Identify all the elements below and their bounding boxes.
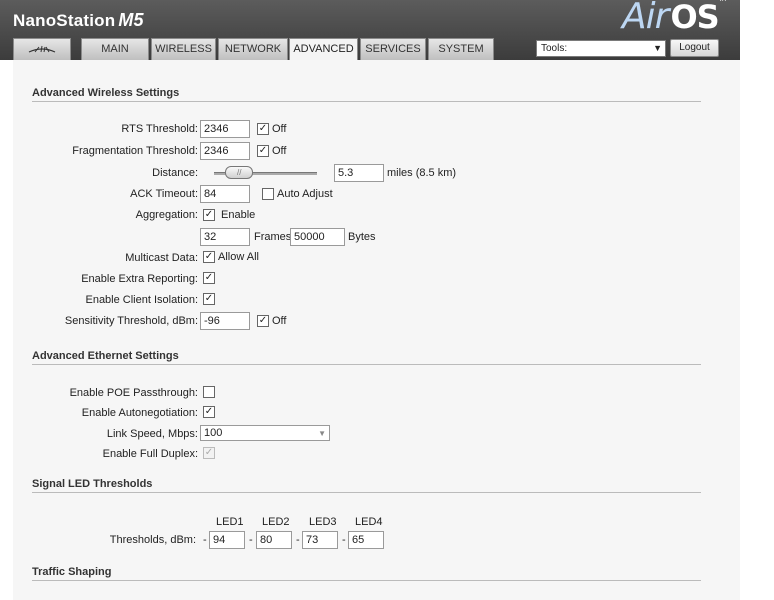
aggregation-enable-label: Enable — [221, 209, 256, 221]
trademark: TM — [719, 0, 727, 3]
client-isolation-checkbox[interactable]: ✓ — [203, 293, 215, 305]
led3-header: LED3 — [309, 516, 337, 528]
full-duplex-label: Enable Full Duplex: — [102, 448, 198, 460]
section-title-led: Signal LED Thresholds — [32, 478, 701, 493]
led1-dash: - — [203, 534, 207, 546]
tab-system[interactable]: SYSTEM — [428, 38, 494, 60]
checkmark-icon: ✓ — [204, 209, 214, 220]
tab-main[interactable]: MAIN — [81, 38, 149, 60]
multicast-data-label: Multicast Data: — [125, 252, 198, 264]
sensitivity-off-label: Off — [272, 315, 287, 327]
fragmentation-threshold-label: Fragmentation Threshold: — [72, 145, 198, 157]
tab-ubiquiti-logo[interactable] — [13, 38, 71, 60]
checkmark-icon: ✓ — [258, 145, 268, 156]
header-bar: NanoStationM5 AirOSTM MAIN WIRELESS NETW… — [0, 0, 740, 61]
ack-timeout-label: ACK Timeout: — [130, 188, 198, 200]
led1-header: LED1 — [216, 516, 244, 528]
airos-logo: AirOSTM — [622, 0, 727, 37]
auto-adjust-label: Auto Adjust — [277, 188, 333, 200]
led2-header: LED2 — [262, 516, 290, 528]
chevron-down-icon: ▼ — [653, 43, 662, 53]
section-title-traffic-shaping: Traffic Shaping — [32, 566, 701, 581]
led3-threshold-input[interactable]: 73 — [302, 531, 338, 549]
led2-threshold-input[interactable]: 80 — [256, 531, 292, 549]
checkmark-icon: ✓ — [204, 447, 214, 458]
link-speed-select[interactable]: 100 ▼ — [200, 425, 330, 441]
poe-passthrough-label: Enable POE Passthrough: — [69, 387, 198, 399]
product-name: NanoStation M5 — [13, 10, 144, 30]
tab-services[interactable]: SERVICES — [360, 38, 426, 60]
distance-unit: miles (8.5 km) — [387, 167, 457, 179]
autonegotiation-checkbox[interactable]: ✓ — [203, 406, 215, 418]
led4-threshold-input[interactable]: 65 — [348, 531, 384, 549]
tools-dropdown[interactable]: Tools: ▼ — [536, 40, 666, 57]
aggregation-frames-label: Frames — [254, 231, 292, 243]
link-speed-label: Link Speed, Mbps: — [106, 428, 198, 440]
multicast-allow-label: Allow All — [218, 251, 259, 263]
section-title-ethernet: Advanced Ethernet Settings — [32, 350, 701, 365]
aggregation-frames-input[interactable]: 32 — [200, 228, 250, 246]
product-model: M5 — [118, 10, 144, 30]
ack-timeout-input[interactable]: 84 — [200, 185, 250, 203]
thresholds-label: Thresholds, dBm: — [109, 534, 196, 546]
tab-advanced[interactable]: ADVANCED — [289, 38, 358, 61]
rts-threshold-label: RTS Threshold: — [121, 123, 198, 135]
extra-reporting-label: Enable Extra Reporting: — [81, 273, 198, 285]
checkmark-icon: ✓ — [258, 315, 268, 326]
aggregation-bytes-label: Bytes — [348, 231, 376, 243]
led3-dash: - — [296, 534, 300, 546]
tab-wireless[interactable]: WIRELESS — [151, 38, 216, 60]
checkmark-icon: ✓ — [204, 406, 214, 417]
distance-slider-handle[interactable]: // — [225, 166, 254, 179]
fragmentation-off-label: Off — [272, 145, 287, 157]
aggregation-enable-checkbox[interactable]: ✓ — [203, 209, 215, 221]
aggregation-bytes-input[interactable]: 50000 — [290, 228, 345, 246]
rts-threshold-input[interactable]: 2346 — [200, 120, 250, 138]
tab-network[interactable]: NETWORK — [218, 38, 288, 60]
logout-button[interactable]: Logout — [670, 39, 719, 57]
client-isolation-label: Enable Client Isolation: — [85, 294, 198, 306]
checkmark-icon: ✓ — [204, 272, 214, 283]
sensitivity-threshold-label: Sensitivity Threshold, dBm: — [64, 315, 198, 327]
distance-label: Distance: — [152, 167, 198, 179]
poe-passthrough-checkbox[interactable] — [203, 386, 215, 398]
section-title-wireless: Advanced Wireless Settings — [32, 87, 701, 102]
aggregation-label: Aggregation: — [135, 209, 198, 221]
auto-adjust-checkbox[interactable] — [262, 188, 274, 200]
multicast-allow-checkbox[interactable]: ✓ — [203, 251, 215, 263]
checkmark-icon: ✓ — [258, 123, 268, 134]
extra-reporting-checkbox[interactable]: ✓ — [203, 272, 215, 284]
sensitivity-threshold-input[interactable]: -96 — [200, 312, 250, 330]
led4-dash: - — [342, 534, 346, 546]
fragmentation-off-checkbox[interactable]: ✓ — [257, 145, 269, 157]
autonegotiation-label: Enable Autonegotiation: — [81, 407, 198, 419]
led1-threshold-input[interactable]: 94 — [209, 531, 245, 549]
checkmark-icon: ✓ — [204, 251, 214, 262]
page-margin — [740, 0, 774, 600]
led2-dash: - — [249, 534, 253, 546]
full-duplex-checkbox[interactable]: ✓ — [203, 447, 215, 459]
ubiquiti-logo-icon — [28, 45, 56, 53]
checkmark-icon: ✓ — [204, 293, 214, 304]
sensitivity-off-checkbox[interactable]: ✓ — [257, 315, 269, 327]
distance-input[interactable]: 5.3 — [334, 164, 384, 182]
rts-off-label: Off — [272, 123, 287, 135]
settings-panel: Advanced Wireless Settings RTS Threshold… — [13, 60, 740, 600]
chevron-down-icon: ▼ — [318, 429, 326, 438]
led4-header: LED4 — [355, 516, 383, 528]
rts-off-checkbox[interactable]: ✓ — [257, 123, 269, 135]
fragmentation-threshold-input[interactable]: 2346 — [200, 142, 250, 160]
